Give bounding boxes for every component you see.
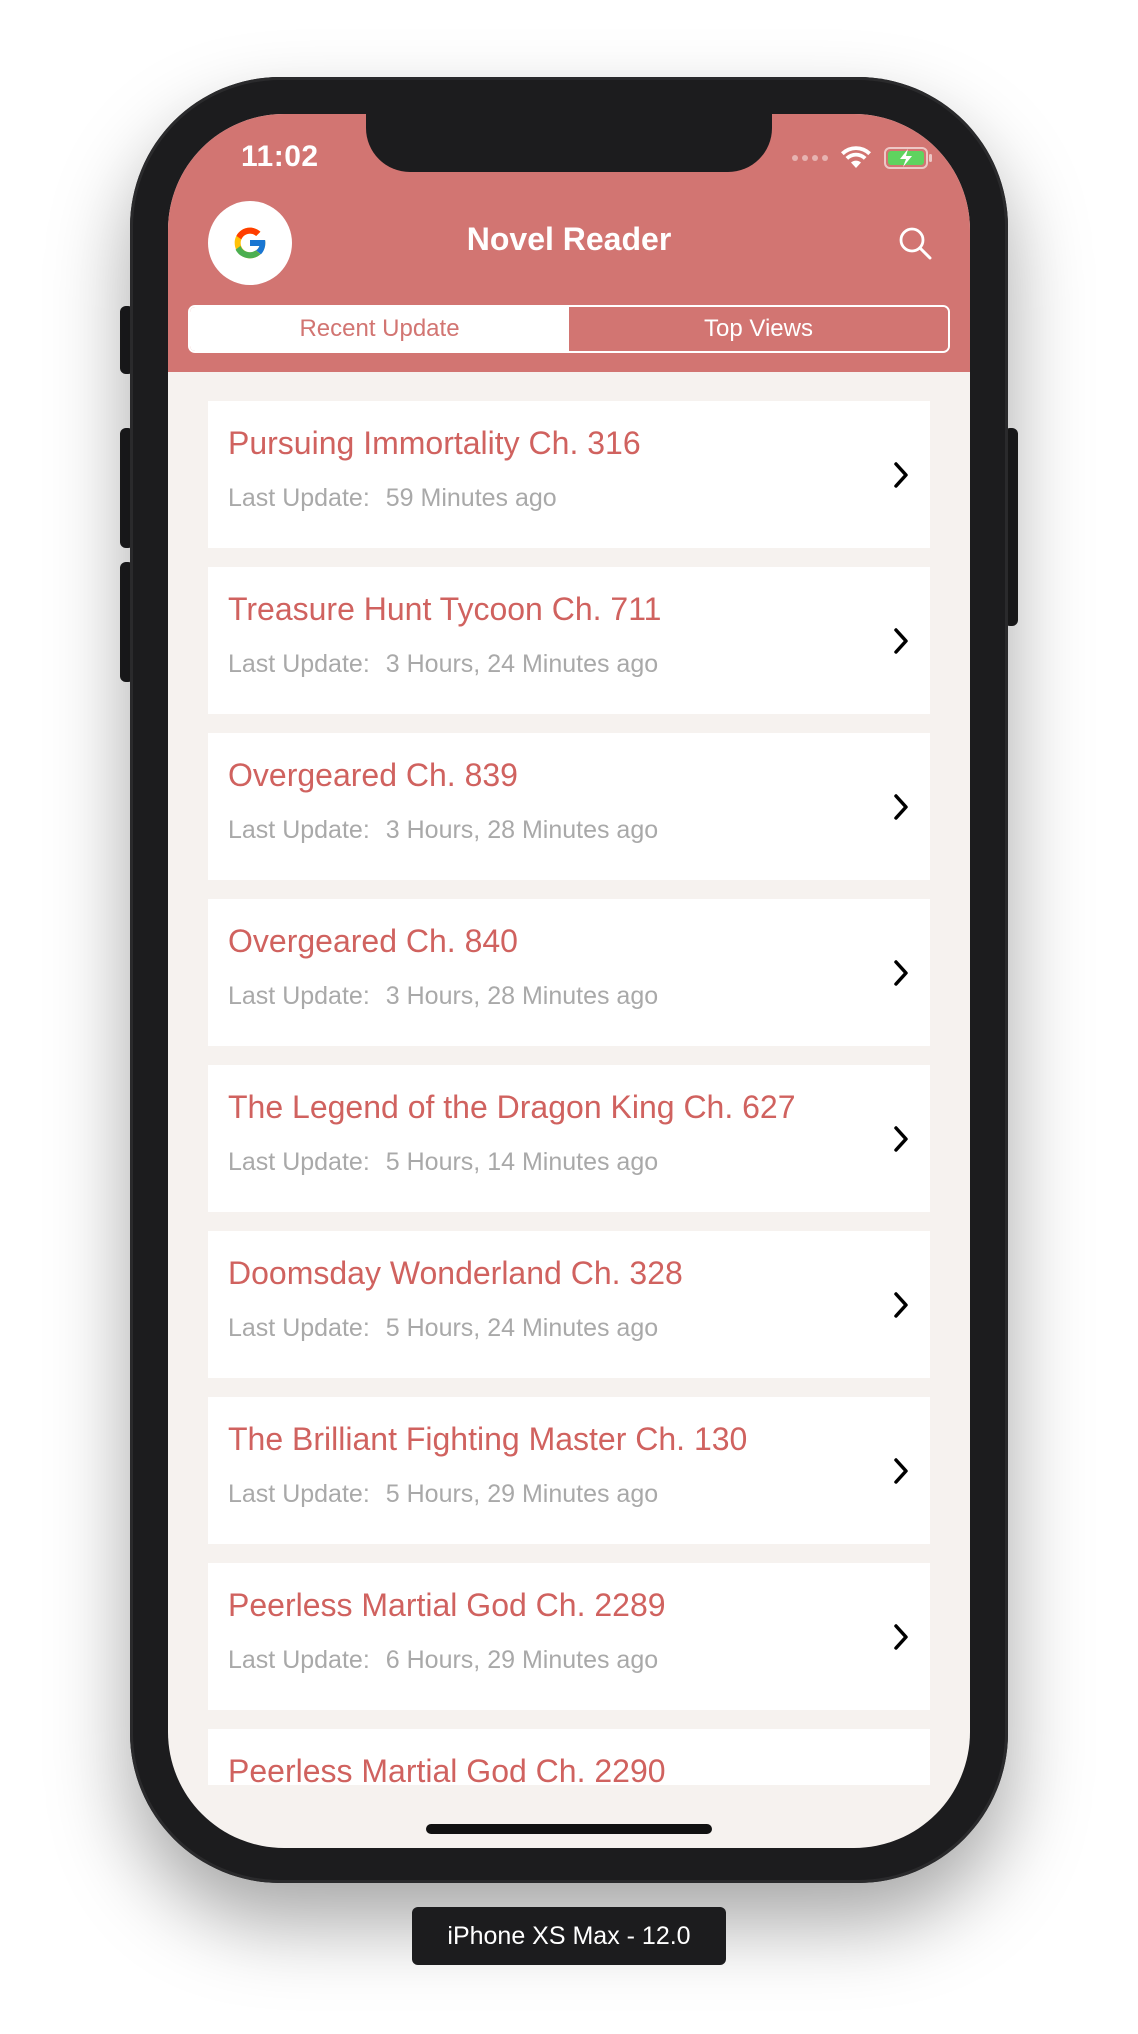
chapter-title: Treasure Hunt Tycoon Ch. 711 <box>228 591 662 627</box>
last-update-label: Last Update: <box>228 650 370 678</box>
last-update-text: Last Update: 6 Hours, 29 Minutes ago <box>228 1646 658 1675</box>
last-update-label: Last Update: <box>228 1646 370 1674</box>
last-update-text: Last Update: 3 Hours, 24 Minutes ago <box>228 650 658 679</box>
status-icons <box>792 146 934 170</box>
segmented-control: Recent Update Top Views <box>188 305 950 353</box>
last-update-text: Last Update: 5 Hours, 14 Minutes ago <box>228 1148 658 1177</box>
chevron-right-icon <box>894 462 908 488</box>
tab-recent-update[interactable]: Recent Update <box>190 307 569 351</box>
last-update-time: 5 Hours, 14 Minutes ago <box>385 1148 659 1176</box>
last-update-time: 3 Hours, 24 Minutes ago <box>385 650 659 678</box>
last-update-time: 3 Hours, 28 Minutes ago <box>385 982 659 1010</box>
chapter-title: Pursuing Immortality Ch. 316 <box>228 425 641 461</box>
chevron-right-icon <box>894 628 908 654</box>
last-update-text: Last Update: 5 Hours, 24 Minutes ago <box>228 1314 658 1343</box>
last-update-label: Last Update: <box>228 816 370 844</box>
novel-list[interactable]: Pursuing Immortality Ch. 316 Last Update… <box>208 401 930 1785</box>
home-indicator[interactable] <box>426 1824 712 1834</box>
last-update-text: Last Update: 3 Hours, 28 Minutes ago <box>228 982 658 1011</box>
device-label: iPhone XS Max - 12.0 <box>412 1907 726 1965</box>
last-update-time: 5 Hours, 24 Minutes ago <box>385 1314 659 1342</box>
chapter-title: Doomsday Wonderland Ch. 328 <box>228 1255 683 1291</box>
last-update-label: Last Update: <box>228 1480 370 1508</box>
list-item[interactable]: Peerless Martial God Ch. 2290 <box>208 1729 930 1785</box>
search-icon <box>899 227 932 260</box>
last-update-label: Last Update: <box>228 982 370 1010</box>
last-update-time: 5 Hours, 29 Minutes ago <box>385 1480 659 1508</box>
phone-screen: 11:02 Novel Reader Recent Update Top Vie… <box>168 114 970 1848</box>
tab-top-views[interactable]: Top Views <box>569 307 948 351</box>
chevron-right-icon <box>894 1126 908 1152</box>
search-button[interactable] <box>890 218 940 268</box>
status-time: 11:02 <box>241 140 319 173</box>
list-item[interactable]: Treasure Hunt Tycoon Ch. 711 Last Update… <box>208 567 930 714</box>
chevron-right-icon <box>894 794 908 820</box>
chevron-right-icon <box>894 1624 908 1650</box>
chevron-right-icon <box>894 1458 908 1484</box>
chapter-title: Overgeared Ch. 840 <box>228 923 518 959</box>
chevron-right-icon <box>894 960 908 986</box>
last-update-label: Last Update: <box>228 1148 370 1176</box>
last-update-time: 6 Hours, 29 Minutes ago <box>385 1646 659 1674</box>
list-item[interactable]: Overgeared Ch. 839 Last Update: 3 Hours, … <box>208 733 930 880</box>
wifi-icon <box>841 146 871 168</box>
last-update-label: Last Update: <box>228 1314 370 1342</box>
list-item[interactable]: Doomsday Wonderland Ch. 328 Last Update:… <box>208 1231 930 1378</box>
last-update-time: 59 Minutes ago <box>385 484 557 512</box>
last-update-label: Last Update: <box>228 484 370 512</box>
list-item[interactable]: Pursuing Immortality Ch. 316 Last Update… <box>208 401 930 548</box>
last-update-text: Last Update: 59 Minutes ago <box>228 484 557 513</box>
list-item[interactable]: The Brilliant Fighting Master Ch. 130 La… <box>208 1397 930 1544</box>
list-item[interactable]: Peerless Martial God Ch. 2289 Last Updat… <box>208 1563 930 1710</box>
last-update-text: Last Update: 3 Hours, 28 Minutes ago <box>228 816 658 845</box>
battery-charging-icon <box>884 147 932 169</box>
chevron-right-icon <box>894 1292 908 1318</box>
cellular-signal-icon <box>792 155 828 161</box>
chapter-title: The Brilliant Fighting Master Ch. 130 <box>228 1421 748 1457</box>
list-item[interactable]: Overgeared Ch. 840 Last Update: 3 Hours, … <box>208 899 930 1046</box>
list-item[interactable]: The Legend of the Dragon King Ch. 627 La… <box>208 1065 930 1212</box>
page-title: Novel Reader <box>466 221 672 257</box>
notch <box>366 114 772 172</box>
chapter-title: The Legend of the Dragon King Ch. 627 <box>228 1089 796 1125</box>
chapter-title: Overgeared Ch. 839 <box>228 757 518 793</box>
chapter-title: Peerless Martial God Ch. 2290 <box>228 1753 666 1785</box>
simulator-stage: 11:02 Novel Reader Recent Update Top Vie… <box>0 0 1138 2034</box>
last-update-time: 3 Hours, 28 Minutes ago <box>385 816 659 844</box>
chapter-title: Peerless Martial God Ch. 2289 <box>228 1587 666 1623</box>
last-update-text: Last Update: 5 Hours, 29 Minutes ago <box>228 1480 658 1509</box>
